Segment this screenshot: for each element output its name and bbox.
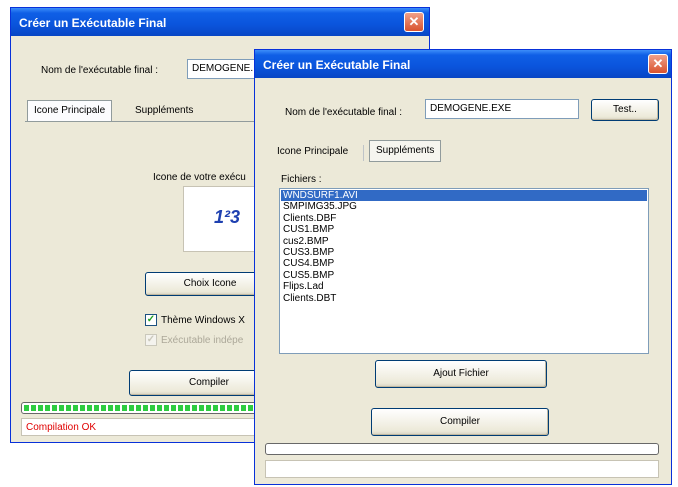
front-tab-separator (363, 145, 364, 161)
back-progress-bar (21, 402, 271, 414)
app-icon: 1²3 (214, 207, 241, 227)
close-icon: ✕ (652, 56, 664, 71)
front-status-bar (265, 460, 659, 478)
back-window-titlebar[interactable]: Créer un Exécutable Final (11, 8, 429, 36)
front-tab-icone-principale[interactable]: Icone Principale (271, 142, 354, 162)
independent-checkbox-label: Exécutable indépe (161, 335, 244, 346)
list-item[interactable]: Flips.Lad (281, 281, 647, 292)
front-name-field[interactable]: DEMOGENE.EXE (425, 99, 579, 119)
back-tab-icone-principale[interactable]: Icone Principale (27, 100, 113, 122)
front-window-close-button[interactable]: ✕ (648, 54, 668, 74)
back-icon-preview: 1²3 (183, 186, 263, 252)
list-item[interactable]: Clients.DBF (281, 213, 647, 224)
file-list: WNDSURF1.AVI SMPIMG35.JPG Clients.DBF CUS1.… (281, 190, 647, 304)
theme-checkbox-label: Thème Windows X (161, 315, 245, 326)
files-listbox[interactable]: WNDSURF1.AVI SMPIMG35.JPG Clients.DBF CUS1.… (279, 188, 649, 354)
list-item[interactable]: CUS4.BMP (281, 258, 647, 269)
theme-checkbox[interactable]: ✓ (145, 314, 157, 326)
back-name-label: Nom de l'exécutable final : (41, 65, 158, 76)
test-button[interactable]: Test.. (591, 99, 659, 121)
back-progress-fill (24, 405, 268, 411)
front-progress-bar (265, 443, 659, 455)
front-name-label: Nom de l'exécutable final : (285, 107, 402, 118)
list-item[interactable]: cus2.BMP (281, 236, 647, 247)
front-window-titlebar[interactable]: Créer un Exécutable Final (255, 50, 671, 78)
back-status-bar: Compilation OK (21, 418, 271, 436)
files-label: Fichiers : (281, 174, 322, 185)
back-tab-panel-border (25, 121, 265, 122)
front-window-title: Créer un Exécutable Final (263, 58, 411, 72)
list-item[interactable]: CUS1.BMP (281, 224, 647, 235)
back-window-title: Créer un Exécutable Final (19, 16, 167, 30)
list-item[interactable]: WNDSURF1.AVI (281, 190, 647, 202)
list-item[interactable]: Clients.DBT (281, 293, 647, 304)
close-icon: ✕ (408, 14, 420, 29)
list-item[interactable]: CUS5.BMP (281, 270, 647, 281)
back-window-close-button[interactable]: ✕ (404, 12, 424, 32)
back-icon-caption: Icone de votre exécu (153, 172, 246, 183)
add-file-button[interactable]: Ajout Fichier (375, 360, 547, 388)
independent-checkbox: ✓ (145, 334, 157, 346)
front-compile-button[interactable]: Compiler (371, 408, 549, 436)
front-window: Créer un Exécutable Final ✕ Nom de l'exé… (254, 49, 672, 485)
front-tab-supplements[interactable]: Suppléments (369, 140, 442, 162)
back-status-text: Compilation OK (26, 422, 97, 433)
back-tab-supplements[interactable]: Suppléments (129, 101, 199, 121)
list-item[interactable]: CUS3.BMP (281, 247, 647, 258)
list-item[interactable]: SMPIMG35.JPG (281, 201, 647, 212)
